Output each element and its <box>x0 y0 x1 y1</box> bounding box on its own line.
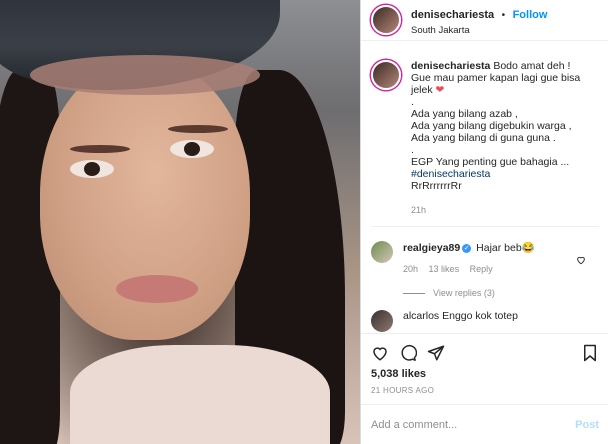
avatar[interactable] <box>371 5 401 35</box>
caption-line: jelek <box>411 84 433 96</box>
comment-avatar[interactable] <box>371 310 393 332</box>
photo-brow-right <box>168 125 228 133</box>
photo-eye-right <box>170 140 214 158</box>
caption-line: Ada yang bilang digebukin warga , <box>411 120 572 132</box>
caption-comment: denisechariesta Bodo amat deh ! Gue mau … <box>361 48 608 216</box>
caption-line: RrRrrrrrrRr <box>411 180 462 192</box>
caption-line: . <box>411 144 414 156</box>
comment-text: Hajar beb😂 <box>476 242 535 254</box>
action-icons <box>361 334 608 364</box>
comment-reply-button[interactable]: Reply <box>470 264 493 274</box>
divider <box>371 226 599 227</box>
post-timestamp[interactable]: 21 HOURS AGO <box>361 380 608 395</box>
caption-avatar[interactable] <box>371 60 401 90</box>
likes-count[interactable]: 5,038 likes <box>361 364 608 380</box>
photo-brow-left <box>70 145 130 153</box>
caption-time[interactable]: 21h <box>411 204 580 216</box>
verified-badge-icon: ✓ <box>462 243 472 253</box>
comment-item: realgieya89 ✓ Hajar beb😂 20h 13 likes Rep… <box>361 241 608 298</box>
post-photo[interactable] <box>0 0 360 444</box>
comment-like-heart-icon[interactable] <box>576 255 586 265</box>
view-replies-button[interactable]: View replies (3) <box>433 288 495 298</box>
caption-line: . <box>411 96 414 108</box>
comment-bubble-icon[interactable] <box>399 344 417 362</box>
header-separator: • <box>501 9 506 21</box>
caption-text: denisechariesta Bodo amat deh ! Gue mau … <box>411 60 580 216</box>
save-bookmark-icon[interactable] <box>581 344 599 362</box>
comment-likes[interactable]: 13 likes <box>429 264 460 274</box>
caption-line: Ada yang bilang di guna guna . <box>411 132 556 144</box>
photo-lips <box>116 275 198 303</box>
caption-line: Bodo amat deh ! <box>493 60 571 72</box>
header-text: denisechariesta • Follow South Jakarta <box>411 5 547 36</box>
comment-body: realgieya89 ✓ Hajar beb😂 20h 13 likes Rep… <box>403 241 535 298</box>
share-paper-plane-icon[interactable] <box>427 344 445 362</box>
caption-username[interactable]: denisechariesta <box>411 60 490 72</box>
caption-line: Gue mau pamer kapan lagi gue bisa <box>411 72 581 84</box>
comment-username[interactable]: realgieya89 <box>403 242 460 254</box>
comments-list[interactable]: denisechariesta Bodo amat deh ! Gue mau … <box>361 48 608 333</box>
comment-item: alcarlos Enggo kok totep <box>361 310 608 332</box>
heart-emoji-icon: ❤ <box>435 84 445 96</box>
post-side-panel: denisechariesta • Follow South Jakarta d… <box>360 0 608 444</box>
comment-avatar[interactable] <box>371 241 393 263</box>
post-header: denisechariesta • Follow South Jakarta <box>361 0 608 41</box>
view-replies-line <box>403 292 425 294</box>
like-heart-icon[interactable] <box>371 344 389 362</box>
post-button[interactable]: Post <box>575 419 599 431</box>
photo-shirt <box>70 345 330 444</box>
caption-line: EGP Yang penting gue bahagia ... <box>411 156 570 168</box>
instagram-post: denisechariesta • Follow South Jakarta d… <box>0 0 608 444</box>
comment-text: alcarlos Enggo kok totep <box>403 310 518 322</box>
comment-input[interactable]: Add a comment... <box>371 419 457 431</box>
photo-eye-left <box>70 160 114 178</box>
header-username[interactable]: denisechariesta <box>411 9 494 21</box>
add-comment-bar: Add a comment... Post <box>361 404 608 444</box>
post-actions: 5,038 likes 21 HOURS AGO <box>361 333 608 395</box>
photo-cap-brim <box>30 55 260 95</box>
hashtag-link[interactable]: #denisechariesta <box>411 168 580 180</box>
location-link[interactable]: South Jakarta <box>411 25 547 36</box>
follow-button[interactable]: Follow <box>513 9 548 21</box>
caption-line: Ada yang bilang azab , <box>411 108 518 120</box>
comment-time[interactable]: 20h <box>403 264 418 274</box>
